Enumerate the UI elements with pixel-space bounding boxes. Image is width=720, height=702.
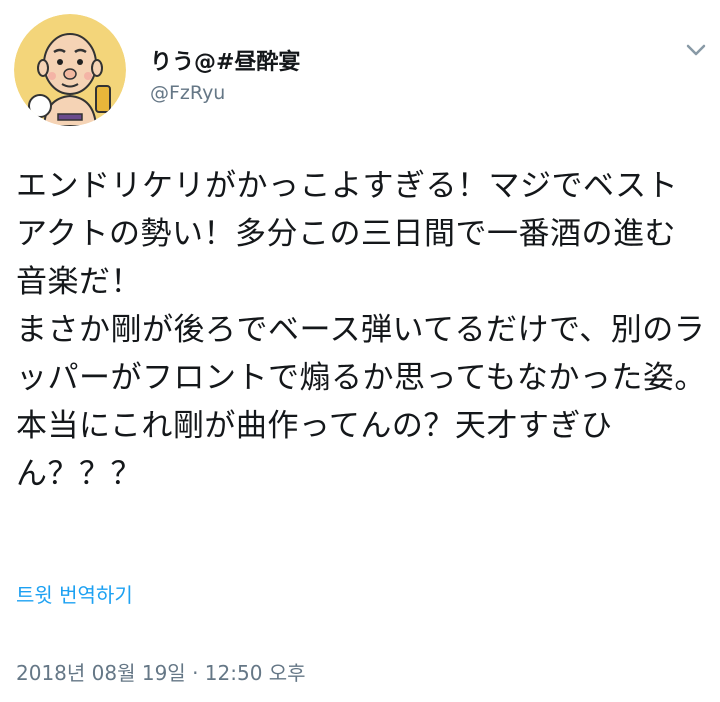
author-display-name[interactable]: りう@#昼酔宴 (150, 44, 300, 76)
tweet-header: りう@#昼酔宴 @FzRyu (0, 0, 720, 140)
tweet-menu-button[interactable] (682, 38, 710, 62)
avatar-image (14, 14, 126, 126)
translate-tweet-link[interactable]: 트윗 번역하기 (16, 579, 133, 608)
chevron-down-icon (686, 44, 706, 56)
tweet-text: エンドリケリがかっこよすぎる！マジでベストアクトの勢い！多分この三日間で一番酒の… (16, 168, 706, 492)
author-handle[interactable]: @FzRyu (150, 82, 225, 104)
author-avatar[interactable] (14, 14, 126, 126)
tweet-timestamp: 2018년 08월 19일 · 12:50 오후 (16, 661, 306, 685)
